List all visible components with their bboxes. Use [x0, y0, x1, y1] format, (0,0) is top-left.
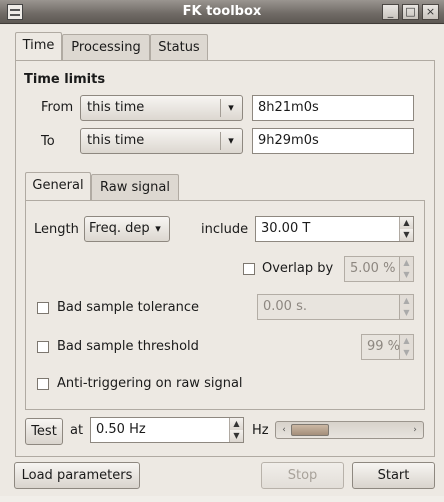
load-parameters-button[interactable]: Load parameters: [14, 462, 140, 489]
from-label: From: [41, 100, 74, 115]
overlap-checkbox[interactable]: [243, 263, 255, 275]
to-time-input[interactable]: 9h29m0s: [252, 128, 414, 154]
scroll-left-icon[interactable]: ‹: [277, 422, 291, 438]
overlap-spinbox[interactable]: 5.00 % ▲ ▼: [344, 256, 414, 282]
overlap-label: Overlap by: [262, 261, 334, 276]
bad-sample-tolerance-label: Bad sample tolerance: [57, 300, 200, 315]
spin-up-icon[interactable]: ▲: [229, 418, 243, 430]
tab-processing[interactable]: Processing: [62, 34, 150, 61]
to-label: To: [41, 134, 55, 149]
at-label: at: [70, 423, 84, 438]
close-button[interactable]: ×: [422, 4, 439, 20]
test-frequency-value: 0.50 Hz: [96, 422, 146, 437]
frequency-slider[interactable]: ‹ ›: [275, 421, 424, 439]
length-mode-value: Freq. dep: [89, 221, 150, 236]
test-button[interactable]: Test: [25, 418, 63, 445]
include-spinbox[interactable]: 30.00 T ▲ ▼: [255, 216, 414, 242]
from-mode-value: this time: [87, 100, 145, 115]
from-mode-combo[interactable]: this time ▾: [80, 95, 243, 121]
spin-down-icon[interactable]: ▼: [399, 229, 413, 241]
bad-sample-threshold-value: 99 %: [367, 339, 401, 354]
slider-thumb[interactable]: [291, 424, 329, 436]
to-mode-value: this time: [87, 133, 145, 148]
overlap-value: 5.00 %: [350, 261, 396, 276]
spin-down-icon[interactable]: ▼: [399, 307, 413, 319]
title-bar: FK toolbox _ □ ×: [0, 0, 444, 24]
background-window-strip: [0, 496, 444, 502]
bad-sample-tolerance-value: 0.00 s.: [263, 299, 307, 314]
spin-up-icon[interactable]: ▲: [399, 217, 413, 229]
spin-up-icon[interactable]: ▲: [399, 335, 413, 347]
tab-status[interactable]: Status: [150, 34, 208, 61]
chevron-down-icon: ▾: [228, 101, 234, 114]
window-content: Time Processing Status Time limits From …: [0, 25, 444, 502]
hz-unit-label: Hz: [252, 423, 269, 438]
to-mode-combo[interactable]: this time ▾: [80, 128, 243, 154]
maximize-button[interactable]: □: [402, 4, 419, 20]
scroll-right-icon[interactable]: ›: [408, 422, 422, 438]
include-label: include: [201, 222, 249, 237]
spin-down-icon[interactable]: ▼: [229, 430, 243, 442]
tab-raw-signal[interactable]: Raw signal: [91, 174, 179, 201]
length-mode-combo[interactable]: Freq. dep ▾: [84, 216, 170, 242]
chevron-down-icon: ▾: [155, 222, 161, 235]
anti-triggering-label: Anti-triggering on raw signal: [57, 376, 243, 391]
bad-sample-threshold-label: Bad sample threshold: [57, 339, 199, 354]
from-time-input[interactable]: 8h21m0s: [252, 95, 414, 121]
bad-sample-tolerance-checkbox[interactable]: [37, 302, 49, 314]
time-limits-heading: Time limits: [24, 72, 106, 87]
test-frequency-spinbox[interactable]: 0.50 Hz ▲ ▼: [90, 417, 244, 443]
bad-sample-threshold-checkbox[interactable]: [37, 341, 49, 353]
anti-triggering-checkbox[interactable]: [37, 378, 49, 390]
bad-sample-tolerance-spinbox[interactable]: 0.00 s. ▲ ▼: [257, 294, 414, 320]
tab-time[interactable]: Time: [15, 32, 62, 61]
bad-sample-threshold-spinbox[interactable]: 99 % ▲ ▼: [361, 334, 414, 360]
spin-down-icon[interactable]: ▼: [399, 347, 413, 359]
include-value: 30.00 T: [261, 221, 311, 236]
length-label: Length: [34, 222, 79, 237]
spin-up-icon[interactable]: ▲: [399, 295, 413, 307]
minimize-button[interactable]: _: [382, 4, 399, 20]
stop-button[interactable]: Stop: [261, 462, 344, 489]
window-title: FK toolbox: [182, 4, 262, 19]
spin-down-icon[interactable]: ▼: [399, 269, 413, 281]
start-button[interactable]: Start: [352, 462, 435, 489]
tab-general[interactable]: General: [25, 172, 91, 201]
spin-up-icon[interactable]: ▲: [399, 257, 413, 269]
chevron-down-icon: ▾: [228, 134, 234, 147]
